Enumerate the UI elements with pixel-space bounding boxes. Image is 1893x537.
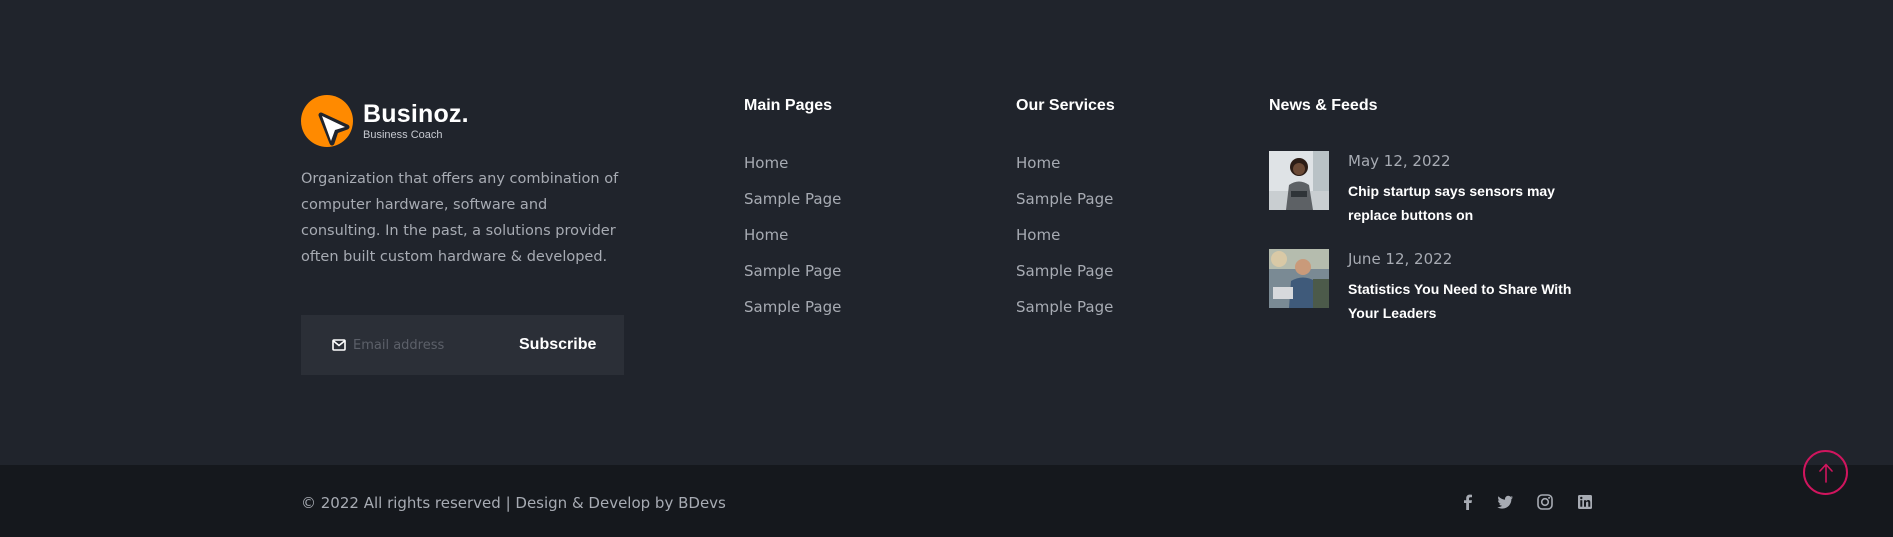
news-feeds-heading: News & Feeds <box>1269 97 1378 114</box>
main-pages-column: Main Pages Home Sample Page Home Sample … <box>744 96 841 333</box>
scroll-to-top-button[interactable] <box>1803 450 1848 495</box>
news-feeds-column: News & Feeds May 12, 2022 Chip startup s… <box>1269 96 1571 321</box>
footer-main <box>0 0 1893 465</box>
linkedin-icon <box>1578 495 1592 509</box>
brand-tagline: Business Coach <box>363 129 443 141</box>
main-pages-link[interactable]: Sample Page <box>744 190 841 208</box>
instagram-icon <box>1537 494 1553 510</box>
instagram-link[interactable] <box>1536 493 1554 511</box>
news-item[interactable]: June 12, 2022 Statistics You Need to Sha… <box>1269 249 1588 325</box>
news-date: May 12, 2022 <box>1348 152 1451 170</box>
services-link[interactable]: Sample Page <box>1016 262 1113 280</box>
footer-bottom-bar <box>0 465 1893 537</box>
services-link[interactable]: Sample Page <box>1016 190 1113 208</box>
facebook-link[interactable] <box>1459 493 1477 511</box>
services-link[interactable]: Home <box>1016 154 1060 172</box>
brand-logo[interactable]: Businoz. Business Coach <box>301 95 469 147</box>
our-services-column: Our Services Home Sample Page Home Sampl… <box>1016 96 1115 333</box>
subscribe-form: Subscribe <box>301 315 624 375</box>
services-link[interactable]: Sample Page <box>1016 298 1113 316</box>
twitter-link[interactable] <box>1496 493 1514 511</box>
main-pages-link[interactable]: Sample Page <box>744 262 841 280</box>
news-title[interactable]: Statistics You Need to Share With Your L… <box>1348 277 1588 325</box>
news-title[interactable]: Chip startup says sensors may replace bu… <box>1348 179 1588 227</box>
main-pages-heading: Main Pages <box>744 97 833 114</box>
about-text: Organization that offers any combination… <box>301 171 619 265</box>
main-pages-link[interactable]: Sample Page <box>744 298 841 316</box>
facebook-icon <box>1464 494 1472 510</box>
email-input[interactable] <box>353 333 503 357</box>
our-services-heading: Our Services <box>1016 97 1115 114</box>
arrow-up-icon <box>1818 463 1833 483</box>
services-link[interactable]: Home <box>1016 226 1060 244</box>
copyright-text: © 2022 All rights reserved | Design & De… <box>301 494 726 512</box>
main-pages-link[interactable]: Home <box>744 154 788 172</box>
logo-icon <box>301 95 353 147</box>
news-thumbnail[interactable] <box>1269 151 1329 210</box>
linkedin-link[interactable] <box>1576 493 1594 511</box>
news-date: June 12, 2022 <box>1348 250 1453 268</box>
twitter-icon <box>1497 495 1513 509</box>
brand-name: Businoz. <box>363 100 469 128</box>
main-pages-link[interactable]: Home <box>744 226 788 244</box>
news-thumbnail[interactable] <box>1269 249 1329 308</box>
envelope-icon <box>332 339 346 351</box>
news-item[interactable]: May 12, 2022 Chip startup says sensors m… <box>1269 151 1588 227</box>
subscribe-button[interactable]: Subscribe <box>519 336 596 354</box>
